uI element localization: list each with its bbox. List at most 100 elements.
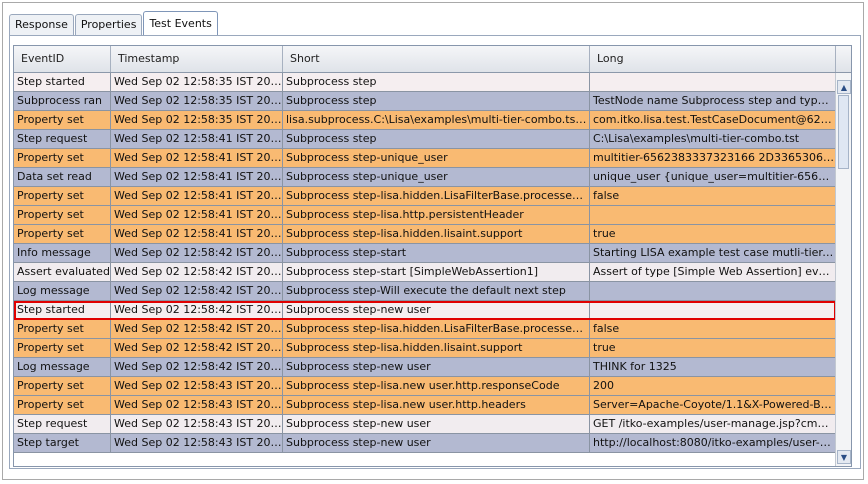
table-row[interactable]: Log message Wed Sep 02 12:58:42 IST 2009 S… bbox=[14, 358, 836, 377]
column-header-short[interactable]: Short bbox=[283, 46, 590, 72]
short-cell: Subprocess step-unique_user bbox=[283, 168, 590, 186]
long-cell bbox=[590, 301, 836, 319]
tab-response[interactable]: Response bbox=[9, 14, 74, 35]
short-cell: Subprocess step bbox=[283, 130, 590, 148]
table-row[interactable]: Step request Wed Sep 02 12:58:41 IST 2009… bbox=[14, 130, 836, 149]
long-cell: Starting LISA example test case mutli-ti… bbox=[590, 244, 836, 262]
timestamp-cell: Wed Sep 02 12:58:41 IST 2009 bbox=[111, 206, 283, 224]
event-id-cell: Step request bbox=[14, 415, 111, 433]
short-cell: Subprocess step-start [SimpleWebAssertio… bbox=[283, 263, 590, 281]
event-id-cell: Property set bbox=[14, 149, 111, 167]
short-cell: Subprocess step-start bbox=[283, 244, 590, 262]
header-corner bbox=[836, 46, 851, 72]
long-cell: true bbox=[590, 225, 836, 243]
event-id-cell: Property set bbox=[14, 339, 111, 357]
event-id-cell: Property set bbox=[14, 320, 111, 338]
short-cell: Subprocess step-new user bbox=[283, 301, 590, 319]
long-cell bbox=[590, 282, 836, 300]
table-row[interactable]: Property set Wed Sep 02 12:58:35 IST 2009… bbox=[14, 111, 836, 130]
table-row[interactable]: Property set Wed Sep 02 12:58:43 IST 2009… bbox=[14, 396, 836, 415]
long-cell: com.itko.lisa.test.TestCaseDocument@6229… bbox=[590, 111, 836, 129]
timestamp-cell: Wed Sep 02 12:58:42 IST 2009 bbox=[111, 244, 283, 262]
timestamp-cell: Wed Sep 02 12:58:42 IST 2009 bbox=[111, 358, 283, 376]
table-row[interactable]: Info message Wed Sep 02 12:58:42 IST 2009… bbox=[14, 244, 836, 263]
short-cell: Subprocess step bbox=[283, 73, 590, 91]
long-cell: TestNode name Subprocess step and type c… bbox=[590, 92, 836, 110]
timestamp-cell: Wed Sep 02 12:58:42 IST 2009 bbox=[111, 339, 283, 357]
long-cell: false bbox=[590, 320, 836, 338]
short-cell: Subprocess step-lisa.new user.http.heade… bbox=[283, 396, 590, 414]
column-header-timestamp[interactable]: Timestamp bbox=[111, 46, 283, 72]
event-id-cell: Property set bbox=[14, 377, 111, 395]
event-id-cell: Log message bbox=[14, 358, 111, 376]
short-cell: Subprocess step-lisa.hidden.lisaint.supp… bbox=[283, 339, 590, 357]
timestamp-cell: Wed Sep 02 12:58:35 IST 2009 bbox=[111, 73, 283, 91]
table-row[interactable]: Step started Wed Sep 02 12:58:35 IST 2009… bbox=[14, 73, 836, 92]
table-row[interactable]: Step request Wed Sep 02 12:58:43 IST 2009… bbox=[14, 415, 836, 434]
table-row[interactable]: Property set Wed Sep 02 12:58:41 IST 2009… bbox=[14, 187, 836, 206]
tab-properties[interactable]: Properties bbox=[74, 14, 143, 35]
timestamp-cell: Wed Sep 02 12:58:41 IST 2009 bbox=[111, 168, 283, 186]
short-cell: Subprocess step-Will execute the default… bbox=[283, 282, 590, 300]
long-cell: false bbox=[590, 187, 836, 205]
timestamp-cell: Wed Sep 02 12:58:42 IST 2009 bbox=[111, 263, 283, 281]
table-row[interactable]: Property set Wed Sep 02 12:58:41 IST 2009… bbox=[14, 149, 836, 168]
timestamp-cell: Wed Sep 02 12:58:35 IST 2009 bbox=[111, 92, 283, 110]
timestamp-cell: Wed Sep 02 12:58:43 IST 2009 bbox=[111, 377, 283, 395]
event-id-cell: Property set bbox=[14, 206, 111, 224]
timestamp-cell: Wed Sep 02 12:58:43 IST 2009 bbox=[111, 415, 283, 433]
event-id-cell: Step started bbox=[14, 73, 111, 91]
chevron-down-icon[interactable]: ▼ bbox=[837, 450, 851, 464]
table-row[interactable]: Property set Wed Sep 02 12:58:41 IST 2009… bbox=[14, 206, 836, 225]
table-row-selected[interactable]: Step started Wed Sep 02 12:58:42 IST 2009… bbox=[14, 301, 836, 320]
event-id-cell: Step request bbox=[14, 130, 111, 148]
long-cell bbox=[590, 73, 836, 91]
long-cell: C:\Lisa\examples\multi-tier-combo.tst bbox=[590, 130, 836, 148]
timestamp-cell: Wed Sep 02 12:58:41 IST 2009 bbox=[111, 225, 283, 243]
timestamp-cell: Wed Sep 02 12:58:41 IST 2009 bbox=[111, 149, 283, 167]
table-body: Step started Wed Sep 02 12:58:35 IST 2009… bbox=[14, 73, 836, 453]
long-cell: unique_user {unique_user=multitier-65623… bbox=[590, 168, 836, 186]
table-row[interactable]: Property set Wed Sep 02 12:58:42 IST 2009… bbox=[14, 339, 836, 358]
tab-test-events[interactable]: Test Events bbox=[143, 11, 218, 35]
event-id-cell: Property set bbox=[14, 111, 111, 129]
long-cell: THINK for 1325 bbox=[590, 358, 836, 376]
long-cell bbox=[590, 206, 836, 224]
short-cell: Subprocess step-lisa.new user.http.respo… bbox=[283, 377, 590, 395]
table-row[interactable]: Subprocess ran Wed Sep 02 12:58:35 IST 20… bbox=[14, 92, 836, 111]
table-row[interactable]: Data set read Wed Sep 02 12:58:41 IST 200… bbox=[14, 168, 836, 187]
event-id-cell: Subprocess ran bbox=[14, 92, 111, 110]
table-row[interactable]: Log message Wed Sep 02 12:58:42 IST 2009 S… bbox=[14, 282, 836, 301]
long-cell: true bbox=[590, 339, 836, 357]
table-row[interactable]: Step target Wed Sep 02 12:58:43 IST 2009 S… bbox=[14, 434, 836, 453]
event-id-cell: Log message bbox=[14, 282, 111, 300]
long-cell: http://localhost:8080/itko-examples/user… bbox=[590, 434, 836, 452]
short-cell: Subprocess step-new user bbox=[283, 415, 590, 433]
event-id-cell: Property set bbox=[14, 396, 111, 414]
short-cell: Subprocess step-lisa.hidden.LisaFilterBa… bbox=[283, 320, 590, 338]
event-id-cell: Data set read bbox=[14, 168, 111, 186]
event-id-cell: Property set bbox=[14, 187, 111, 205]
short-cell: Subprocess step-new user bbox=[283, 434, 590, 452]
long-cell: multitier-6562383337323166 2D336530612D3… bbox=[590, 149, 836, 167]
timestamp-cell: Wed Sep 02 12:58:42 IST 2009 bbox=[111, 282, 283, 300]
tab-bar: Response Properties Test Events bbox=[9, 11, 219, 35]
table-row[interactable]: Property set Wed Sep 02 12:58:43 IST 2009… bbox=[14, 377, 836, 396]
chevron-up-icon[interactable]: ▲ bbox=[837, 80, 851, 94]
timestamp-cell: Wed Sep 02 12:58:43 IST 2009 bbox=[111, 434, 283, 452]
timestamp-cell: Wed Sep 02 12:58:42 IST 2009 bbox=[111, 301, 283, 319]
table-row[interactable]: Property set Wed Sep 02 12:58:41 IST 2009… bbox=[14, 225, 836, 244]
short-cell: Subprocess step-unique_user bbox=[283, 149, 590, 167]
scrollbar-thumb[interactable] bbox=[838, 95, 849, 170]
column-header-eventid[interactable]: EventID bbox=[14, 46, 111, 72]
vertical-scrollbar[interactable]: ▲ ▼ bbox=[835, 73, 851, 466]
event-id-cell: Property set bbox=[14, 225, 111, 243]
event-id-cell: Assert evaluated bbox=[14, 263, 111, 281]
column-header-long[interactable]: Long bbox=[590, 46, 836, 72]
timestamp-cell: Wed Sep 02 12:58:41 IST 2009 bbox=[111, 187, 283, 205]
table-header: EventID Timestamp Short Long bbox=[14, 46, 851, 73]
table-row[interactable]: Property set Wed Sep 02 12:58:42 IST 2009… bbox=[14, 320, 836, 339]
table-row[interactable]: Assert evaluated Wed Sep 02 12:58:42 IST … bbox=[14, 263, 836, 282]
test-events-window: Response Properties Test Events EventID … bbox=[2, 2, 864, 480]
event-id-cell: Step target bbox=[14, 434, 111, 452]
